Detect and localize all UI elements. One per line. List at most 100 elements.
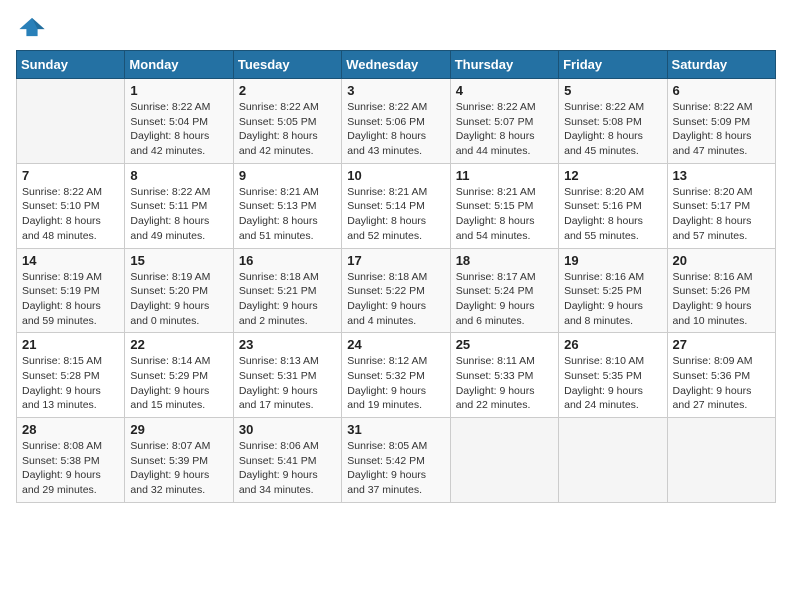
day-info: Sunrise: 8:18 AMSunset: 5:21 PMDaylight:… [239, 270, 336, 329]
calendar-day-cell: 19Sunrise: 8:16 AMSunset: 5:25 PMDayligh… [559, 248, 667, 333]
day-info: Sunrise: 8:20 AMSunset: 5:17 PMDaylight:… [673, 185, 770, 244]
calendar-day-cell: 21 Sunrise: 8:15 AMSunset: 5:28 PMDayligh… [17, 333, 125, 418]
calendar-day-cell: 5 Sunrise: 8:22 AMSunset: 5:08 PMDaylight… [559, 79, 667, 164]
day-number: 29 [130, 422, 227, 437]
day-number: 30 [239, 422, 336, 437]
calendar-day-cell: 29 Sunrise: 8:07 AMSunset: 5:39 PMDayligh… [125, 418, 233, 503]
day-number: 28 [22, 422, 119, 437]
day-info: Sunrise: 8:19 AMSunset: 5:20 PMDaylight:… [130, 270, 227, 329]
calendar-day-cell: 16 Sunrise: 8:18 AMSunset: 5:21 PMDayligh… [233, 248, 341, 333]
day-number: 18 [456, 253, 553, 268]
weekday-header-row: SundayMondayTuesdayWednesdayThursdayFrid… [17, 51, 776, 79]
calendar-day-cell: 28 Sunrise: 8:08 AMSunset: 5:38 PMDayligh… [17, 418, 125, 503]
day-info: Sunrise: 8:12 AMSunset: 5:32 PMDaylight:… [347, 354, 444, 413]
day-number: 15 [130, 253, 227, 268]
day-number: 6 [673, 83, 770, 98]
day-number: 25 [456, 337, 553, 352]
day-number: 12 [564, 168, 661, 183]
calendar-week-row: 14 Sunrise: 8:19 AMSunset: 5:19 PMDayligh… [17, 248, 776, 333]
day-info: Sunrise: 8:22 AMSunset: 5:09 PMDaylight:… [673, 100, 770, 159]
day-info: Sunrise: 8:22 AMSunset: 5:11 PMDaylight:… [130, 185, 227, 244]
calendar-day-cell: 24 Sunrise: 8:12 AMSunset: 5:32 PMDayligh… [342, 333, 450, 418]
calendar-day-cell [667, 418, 775, 503]
day-info: Sunrise: 8:05 AMSunset: 5:42 PMDaylight:… [347, 439, 444, 498]
day-info: Sunrise: 8:16 AMSunset: 5:25 PMDaylight:… [564, 270, 661, 329]
day-number: 27 [673, 337, 770, 352]
day-info: Sunrise: 8:22 AMSunset: 5:08 PMDaylight:… [564, 100, 661, 159]
day-info: Sunrise: 8:17 AMSunset: 5:24 PMDaylight:… [456, 270, 553, 329]
weekday-header-cell: Sunday [17, 51, 125, 79]
calendar-day-cell: 12 Sunrise: 8:20 AMSunset: 5:16 PMDayligh… [559, 163, 667, 248]
day-info: Sunrise: 8:14 AMSunset: 5:29 PMDaylight:… [130, 354, 227, 413]
weekday-header-cell: Friday [559, 51, 667, 79]
calendar-day-cell: 7 Sunrise: 8:22 AMSunset: 5:10 PMDaylight… [17, 163, 125, 248]
day-info: Sunrise: 8:22 AMSunset: 5:07 PMDaylight:… [456, 100, 553, 159]
day-number: 17 [347, 253, 444, 268]
day-info: Sunrise: 8:20 AMSunset: 5:16 PMDaylight:… [564, 185, 661, 244]
day-info: Sunrise: 8:22 AMSunset: 5:10 PMDaylight:… [22, 185, 119, 244]
day-number: 14 [22, 253, 119, 268]
day-number: 2 [239, 83, 336, 98]
calendar-day-cell: 13 Sunrise: 8:20 AMSunset: 5:17 PMDayligh… [667, 163, 775, 248]
calendar-body: 1 Sunrise: 8:22 AMSunset: 5:04 PMDaylight… [17, 79, 776, 503]
day-info: Sunrise: 8:22 AMSunset: 5:05 PMDaylight:… [239, 100, 336, 159]
day-number: 31 [347, 422, 444, 437]
day-number: 13 [673, 168, 770, 183]
calendar-day-cell: 23 Sunrise: 8:13 AMSunset: 5:31 PMDayligh… [233, 333, 341, 418]
day-number: 3 [347, 83, 444, 98]
logo [16, 16, 48, 38]
calendar-day-cell: 17Sunrise: 8:18 AMSunset: 5:22 PMDayligh… [342, 248, 450, 333]
day-number: 8 [130, 168, 227, 183]
day-info: Sunrise: 8:19 AMSunset: 5:19 PMDaylight:… [22, 270, 119, 329]
weekday-header-cell: Tuesday [233, 51, 341, 79]
weekday-header-cell: Monday [125, 51, 233, 79]
calendar-day-cell: 26Sunrise: 8:10 AMSunset: 5:35 PMDayligh… [559, 333, 667, 418]
calendar-day-cell: 14 Sunrise: 8:19 AMSunset: 5:19 PMDayligh… [17, 248, 125, 333]
day-info: Sunrise: 8:15 AMSunset: 5:28 PMDaylight:… [22, 354, 119, 413]
day-info: Sunrise: 8:21 AMSunset: 5:15 PMDaylight:… [456, 185, 553, 244]
calendar-table: SundayMondayTuesdayWednesdayThursdayFrid… [16, 50, 776, 503]
day-number: 4 [456, 83, 553, 98]
day-number: 11 [456, 168, 553, 183]
calendar-day-cell: 9Sunrise: 8:21 AMSunset: 5:13 PMDaylight… [233, 163, 341, 248]
day-number: 7 [22, 168, 119, 183]
calendar-day-cell: 18 Sunrise: 8:17 AMSunset: 5:24 PMDayligh… [450, 248, 558, 333]
calendar-day-cell: 22 Sunrise: 8:14 AMSunset: 5:29 PMDayligh… [125, 333, 233, 418]
calendar-day-cell: 27 Sunrise: 8:09 AMSunset: 5:36 PMDayligh… [667, 333, 775, 418]
calendar-day-cell: 3Sunrise: 8:22 AMSunset: 5:06 PMDaylight… [342, 79, 450, 164]
calendar-day-cell: 20Sunrise: 8:16 AMSunset: 5:26 PMDayligh… [667, 248, 775, 333]
day-info: Sunrise: 8:21 AMSunset: 5:13 PMDaylight:… [239, 185, 336, 244]
calendar-day-cell: 31 Sunrise: 8:05 AMSunset: 5:42 PMDayligh… [342, 418, 450, 503]
day-number: 16 [239, 253, 336, 268]
day-number: 21 [22, 337, 119, 352]
weekday-header-cell: Saturday [667, 51, 775, 79]
calendar-week-row: 7 Sunrise: 8:22 AMSunset: 5:10 PMDaylight… [17, 163, 776, 248]
day-number: 5 [564, 83, 661, 98]
calendar-day-cell: 11 Sunrise: 8:21 AMSunset: 5:15 PMDayligh… [450, 163, 558, 248]
day-info: Sunrise: 8:13 AMSunset: 5:31 PMDaylight:… [239, 354, 336, 413]
calendar-week-row: 28 Sunrise: 8:08 AMSunset: 5:38 PMDayligh… [17, 418, 776, 503]
day-info: Sunrise: 8:07 AMSunset: 5:39 PMDaylight:… [130, 439, 227, 498]
day-number: 24 [347, 337, 444, 352]
day-info: Sunrise: 8:21 AMSunset: 5:14 PMDaylight:… [347, 185, 444, 244]
calendar-week-row: 1 Sunrise: 8:22 AMSunset: 5:04 PMDaylight… [17, 79, 776, 164]
calendar-day-cell: 8 Sunrise: 8:22 AMSunset: 5:11 PMDaylight… [125, 163, 233, 248]
calendar-day-cell: 4 Sunrise: 8:22 AMSunset: 5:07 PMDaylight… [450, 79, 558, 164]
day-info: Sunrise: 8:22 AMSunset: 5:04 PMDaylight:… [130, 100, 227, 159]
day-number: 10 [347, 168, 444, 183]
calendar-day-cell: 10 Sunrise: 8:21 AMSunset: 5:14 PMDayligh… [342, 163, 450, 248]
day-info: Sunrise: 8:09 AMSunset: 5:36 PMDaylight:… [673, 354, 770, 413]
day-number: 1 [130, 83, 227, 98]
day-number: 23 [239, 337, 336, 352]
calendar-day-cell [17, 79, 125, 164]
calendar-day-cell: 1 Sunrise: 8:22 AMSunset: 5:04 PMDaylight… [125, 79, 233, 164]
calendar-week-row: 21 Sunrise: 8:15 AMSunset: 5:28 PMDayligh… [17, 333, 776, 418]
calendar-day-cell: 6 Sunrise: 8:22 AMSunset: 5:09 PMDaylight… [667, 79, 775, 164]
page-header [16, 16, 776, 38]
calendar-day-cell: 15 Sunrise: 8:19 AMSunset: 5:20 PMDayligh… [125, 248, 233, 333]
day-info: Sunrise: 8:08 AMSunset: 5:38 PMDaylight:… [22, 439, 119, 498]
calendar-day-cell: 25Sunrise: 8:11 AMSunset: 5:33 PMDayligh… [450, 333, 558, 418]
day-number: 20 [673, 253, 770, 268]
day-number: 22 [130, 337, 227, 352]
calendar-day-cell: 2 Sunrise: 8:22 AMSunset: 5:05 PMDaylight… [233, 79, 341, 164]
